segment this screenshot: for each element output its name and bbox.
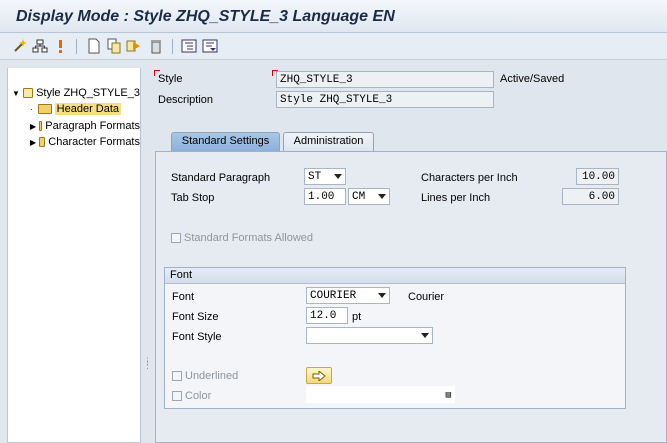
font-size-unit: pt <box>352 311 362 323</box>
status-text: Active/Saved <box>500 73 565 85</box>
tree-root-label: Style ZHQ_STYLE_3 <box>36 87 140 99</box>
folder-icon <box>37 104 52 114</box>
tree-item-character-formats[interactable]: ▶ Character Formats <box>30 134 140 150</box>
magic-wand-icon[interactable] <box>12 38 28 54</box>
tab-administration[interactable]: Administration <box>283 132 374 151</box>
font-size-field[interactable]: 12.0 <box>306 307 348 324</box>
expand-tree-icon[interactable] <box>181 38 197 54</box>
checkbox-icon[interactable] <box>172 371 182 382</box>
font-group-title: Font <box>165 268 625 284</box>
color-checkbox[interactable]: Color <box>172 390 211 402</box>
style-field[interactable]: ZHQ_STYLE_3 <box>276 71 494 88</box>
chevron-down-icon <box>421 333 429 338</box>
tab-standard-settings[interactable]: Standard Settings <box>171 132 280 151</box>
chevron-down-icon <box>334 174 342 179</box>
trash-icon[interactable] <box>148 38 164 54</box>
font-description: Courier <box>408 291 445 303</box>
cpi-field[interactable]: 10.00 <box>576 168 619 185</box>
collapse-tree-icon[interactable] <box>202 38 218 54</box>
font-label: Font <box>172 291 195 303</box>
folder-open-icon <box>22 88 34 98</box>
tree-item-label: Header Data <box>54 103 122 115</box>
tab-stop-unit-dropdown[interactable]: CM <box>348 188 390 205</box>
info-icon[interactable] <box>52 38 68 54</box>
folder-icon <box>39 121 43 131</box>
tree-item-label: Character Formats <box>48 136 140 148</box>
font-dropdown[interactable]: COURIER <box>306 287 390 304</box>
font-style-label: Font Style <box>172 331 222 343</box>
copy-page-icon[interactable] <box>106 38 122 54</box>
description-label: Description <box>158 94 214 106</box>
expand-triangle-icon[interactable]: ▶ <box>30 138 36 147</box>
application-toolbar <box>0 33 667 60</box>
splitter[interactable]: ⋮ ⋮ <box>141 60 155 443</box>
lpi-field[interactable]: 6.00 <box>562 188 619 205</box>
window-title: Display Mode : Style ZHQ_STYLE_3 Languag… <box>16 8 395 25</box>
font-group: Font Font COURIER Courier Font Size 12.0… <box>164 267 626 409</box>
std-formats-checkbox[interactable]: Standard Formats Allowed <box>171 232 313 244</box>
folder-icon <box>39 137 46 147</box>
underline-details-button[interactable] <box>306 367 332 384</box>
tree-item-label: Paragraph Formats <box>45 120 140 132</box>
expand-triangle-icon[interactable]: ▶ <box>30 122 36 131</box>
tab-stop-label: Tab Stop <box>171 192 215 204</box>
std-paragraph-dropdown[interactable]: ST <box>304 168 346 185</box>
tree-item-paragraph-formats[interactable]: ▶ Paragraph Formats <box>30 118 140 134</box>
tree-item-header-data[interactable]: · Header Data <box>30 101 140 117</box>
tab-panel: Standard Paragraph ST Characters per Inc… <box>155 151 667 443</box>
expand-triangle-icon[interactable]: ▼ <box>12 89 20 98</box>
checkbox-icon[interactable] <box>171 233 181 244</box>
forward-icon[interactable] <box>126 38 142 54</box>
color-field[interactable]: ▤ <box>306 386 455 403</box>
tab-stop-field[interactable]: 1.00 <box>304 188 346 205</box>
font-style-dropdown[interactable] <box>306 327 433 344</box>
font-size-label: Font Size <box>172 311 219 323</box>
std-paragraph-label: Standard Paragraph <box>171 172 271 184</box>
chevron-down-icon <box>378 293 386 298</box>
arrow-right-icon <box>312 370 326 381</box>
main-content: Style ZHQ_STYLE_3 Active/Saved Descripti… <box>154 60 667 443</box>
hierarchy-icon[interactable] <box>32 38 48 54</box>
checkbox-icon[interactable] <box>172 391 182 402</box>
underlined-checkbox[interactable]: Underlined <box>172 370 238 382</box>
style-label: Style <box>158 73 183 85</box>
description-field[interactable]: Style ZHQ_STYLE_3 <box>276 91 494 108</box>
cpi-label: Characters per Inch <box>421 172 518 184</box>
new-page-icon[interactable] <box>86 38 102 54</box>
chevron-down-icon <box>378 194 386 199</box>
value-help-icon[interactable]: ▤ <box>446 388 451 402</box>
title-bar: Display Mode : Style ZHQ_STYLE_3 Languag… <box>0 0 667 33</box>
tree-root[interactable]: ▼ Style ZHQ_STYLE_3 <box>12 85 140 101</box>
lpi-label: Lines per Inch <box>421 192 491 204</box>
